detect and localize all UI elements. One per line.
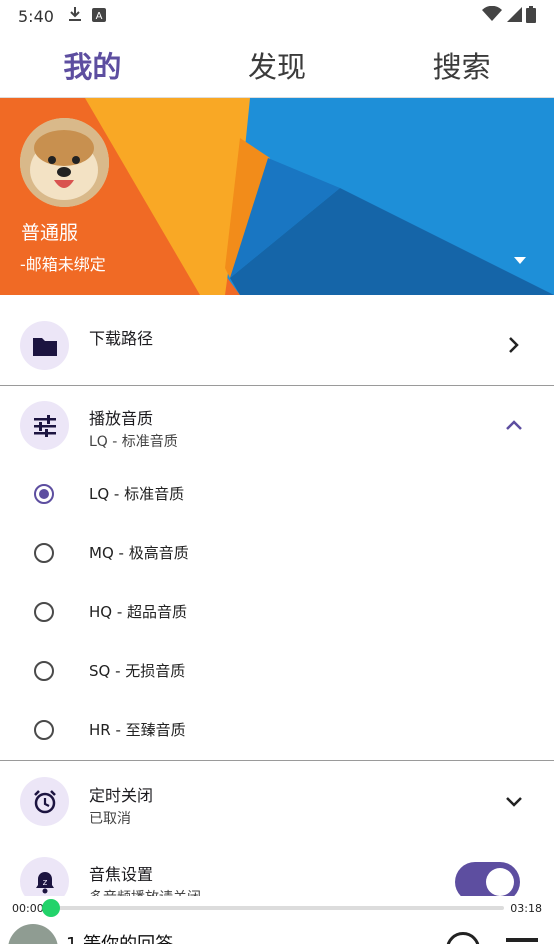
quality-option-lq[interactable]: LQ - 标准音质 bbox=[0, 464, 554, 523]
tab-search[interactable]: 搜索 bbox=[369, 32, 554, 97]
track-title[interactable]: 1 等你的回答 bbox=[66, 930, 173, 944]
quality-option-label: HQ - 超品音质 bbox=[89, 603, 188, 621]
svg-text:A: A bbox=[96, 11, 103, 22]
equalizer-icon bbox=[20, 401, 69, 450]
download-path-row[interactable]: 下载路径 bbox=[0, 296, 554, 385]
seek-thumb[interactable] bbox=[42, 899, 60, 917]
sleep-timer-subtitle: 已取消 bbox=[89, 811, 131, 827]
quality-option-label: LQ - 标准音质 bbox=[89, 485, 185, 503]
quality-option-label: MQ - 极高音质 bbox=[89, 544, 189, 562]
dog-avatar-image bbox=[20, 118, 109, 207]
chevron-down-icon bbox=[504, 792, 524, 812]
email-status: -邮箱未绑定 bbox=[20, 255, 106, 274]
tab-mine[interactable]: 我的 bbox=[0, 32, 185, 97]
quality-option-mq[interactable]: MQ - 极高音质 bbox=[0, 523, 554, 582]
radio-button[interactable] bbox=[34, 484, 54, 504]
radio-button[interactable] bbox=[34, 720, 54, 740]
keyboard-a-icon: A bbox=[91, 7, 106, 26]
radio-button[interactable] bbox=[34, 661, 54, 681]
folder-icon bbox=[20, 321, 69, 370]
profile-banner: 普通服 -邮箱未绑定 bbox=[0, 98, 554, 295]
quality-option-hr[interactable]: HR - 至臻音质 bbox=[0, 700, 554, 759]
quality-option-hq[interactable]: HQ - 超品音质 bbox=[0, 582, 554, 641]
battery-icon bbox=[526, 5, 536, 27]
status-time: 5:40 bbox=[18, 6, 54, 26]
sleep-timer-row[interactable]: 定时关闭 已取消 bbox=[0, 761, 554, 843]
download-path-title: 下载路径 bbox=[89, 329, 154, 348]
download-icon bbox=[68, 6, 82, 26]
quality-option-label: SQ - 无损音质 bbox=[89, 662, 186, 680]
mini-player[interactable]: 00:00 03:18 1 等你的回答 bbox=[0, 896, 554, 944]
playlist-icon[interactable] bbox=[506, 938, 538, 942]
chevron-right-icon bbox=[504, 335, 524, 355]
play-button-icon[interactable] bbox=[446, 932, 480, 944]
audio-focus-title: 音焦设置 bbox=[89, 865, 154, 884]
tab-discover[interactable]: 发现 bbox=[185, 32, 370, 97]
wifi-icon bbox=[482, 5, 502, 26]
seek-bar[interactable] bbox=[46, 906, 504, 910]
chevron-up-icon bbox=[504, 415, 524, 435]
radio-button[interactable] bbox=[34, 543, 54, 563]
account-dropdown-icon[interactable] bbox=[512, 254, 528, 266]
play-quality-row[interactable]: 播放音质 LQ - 标准音质 bbox=[0, 386, 554, 464]
status-bar: 5:40 A bbox=[0, 0, 554, 32]
alarm-clock-icon bbox=[20, 777, 69, 826]
quality-option-sq[interactable]: SQ - 无损音质 bbox=[0, 641, 554, 700]
radio-button[interactable] bbox=[34, 602, 54, 622]
avatar[interactable] bbox=[20, 118, 109, 207]
sleep-timer-title: 定时关闭 bbox=[89, 786, 154, 805]
play-quality-title: 播放音质 bbox=[89, 409, 154, 428]
top-tabs: 我的 发现 搜索 bbox=[0, 32, 554, 98]
current-time: 00:00 bbox=[12, 902, 44, 915]
album-art[interactable] bbox=[8, 924, 58, 944]
toggle-knob bbox=[486, 868, 514, 896]
total-time: 03:18 bbox=[510, 902, 542, 915]
svg-text:z: z bbox=[42, 878, 47, 888]
user-name: 普通服 bbox=[21, 222, 79, 244]
quality-option-label: HR - 至臻音质 bbox=[89, 721, 186, 739]
play-quality-subtitle: LQ - 标准音质 bbox=[89, 434, 178, 450]
signal-icon bbox=[506, 6, 522, 26]
